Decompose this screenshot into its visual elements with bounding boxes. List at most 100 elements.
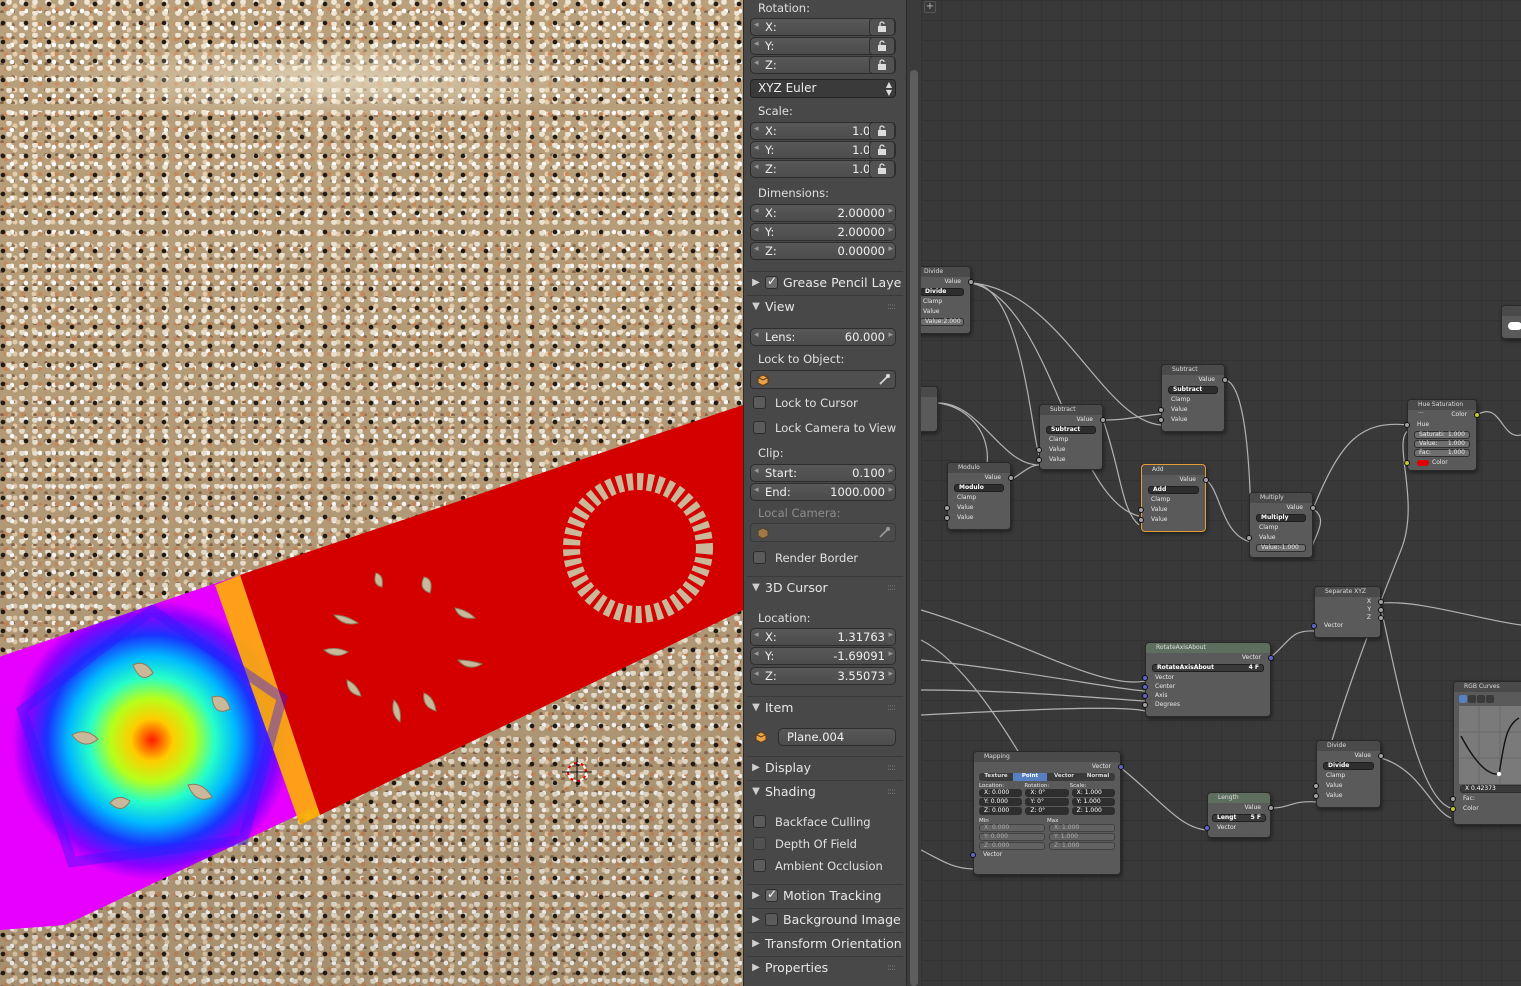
clamp-option[interactable]: Clamp (1162, 395, 1224, 405)
multiply-node[interactable]: Multiply Value Multiply Clamp Value Valu… (1246, 492, 1316, 558)
socket-icon[interactable] (1313, 793, 1319, 799)
render-border-checkbox[interactable] (753, 551, 766, 564)
depth-of-field-checkbox[interactable] (753, 837, 766, 850)
lock-to-cursor-checkbox[interactable] (753, 396, 766, 409)
curve-readout[interactable]: X 0.42373 (1460, 785, 1521, 793)
clamp-option[interactable]: Clamp (948, 493, 1010, 503)
checkbox-icon[interactable] (765, 887, 778, 902)
node-editor[interactable]: + Divide Value Divide Clamp Value Value:… (921, 0, 1521, 986)
length-group-node[interactable]: Length Value Lengt 5 F Vector (1204, 792, 1274, 838)
cursor-x-field[interactable]: X: 1.31763 (750, 628, 896, 646)
operation-select[interactable]: Modulo (954, 484, 1004, 492)
socket-icon[interactable] (944, 505, 950, 511)
3d-cursor-icon[interactable] (562, 757, 592, 787)
grip-icon[interactable]: :::: (887, 763, 896, 773)
checkbox-icon[interactable] (765, 913, 778, 926)
socket-icon[interactable] (1142, 684, 1148, 690)
location-x[interactable]: X: 0.000 (979, 789, 1023, 797)
min-z[interactable]: Z: 0.000 (979, 842, 1045, 850)
dimension-x-field[interactable]: X: 2.00000 (750, 204, 896, 222)
lock-icon[interactable] (869, 160, 895, 178)
socket-icon[interactable] (1311, 623, 1317, 629)
divide-node[interactable]: Divide Value Divide Clamp Value Value (1313, 740, 1384, 808)
hue-saturation-node[interactable]: Hue Saturation ... Color Hue Saturati: 1.… (1404, 399, 1480, 471)
location-y[interactable]: Y: 0.000 (979, 798, 1023, 806)
min-y[interactable]: Y: 0.000 (979, 833, 1045, 841)
eyedropper-icon[interactable] (878, 373, 891, 386)
grip-icon[interactable]: :::: (887, 963, 896, 973)
socket-icon[interactable] (1313, 783, 1319, 789)
socket-icon[interactable] (1100, 417, 1106, 423)
add-node[interactable]: Add Value Add Clamp Value Value (1138, 464, 1209, 532)
grip-icon[interactable]: :::: (887, 787, 896, 797)
cursor-y-field[interactable]: Y: -1.69091 (750, 647, 896, 665)
socket-icon[interactable] (1222, 377, 1228, 383)
fake-user-button[interactable]: F (1257, 814, 1261, 821)
clamp-option[interactable]: Clamp (921, 297, 970, 307)
socket-icon[interactable] (1450, 796, 1456, 802)
socket-icon[interactable] (1008, 475, 1014, 481)
scale-z[interactable]: Z: 1.000 (1071, 807, 1115, 815)
motion-tracking-panel-header[interactable]: ▶ Motion Tracking (747, 884, 903, 906)
color-swatch[interactable] (1417, 459, 1429, 466)
socket-icon[interactable] (1142, 702, 1148, 708)
clamp-option[interactable]: Clamp (1250, 523, 1312, 533)
clip-end-field[interactable]: End: 1000.000 (750, 483, 896, 501)
ambient-occlusion-checkbox[interactable] (753, 859, 766, 872)
color-swatch[interactable] (1508, 322, 1521, 330)
socket-icon[interactable] (1474, 412, 1480, 418)
location-z[interactable]: Z: 0.000 (979, 807, 1023, 815)
scale-y[interactable]: Y: 1.000 (1071, 798, 1115, 806)
socket-icon[interactable] (1378, 753, 1384, 759)
grip-icon[interactable]: :::: (887, 302, 896, 312)
properties-panel-header[interactable]: ▶ Properties:::: (747, 956, 903, 978)
operation-select[interactable]: Divide (921, 288, 964, 296)
curve-channel-button[interactable] (1459, 695, 1467, 703)
socket-icon[interactable] (1036, 447, 1042, 453)
value-field[interactable]: Value: 1.000 (1414, 440, 1470, 448)
view-panel-header[interactable]: ▼ View:::: (747, 295, 903, 317)
tab-texture[interactable]: Texture (979, 773, 1013, 781)
background-images-panel-header[interactable]: ▶ Background Image (747, 908, 903, 930)
tab-vector[interactable]: Vector (1047, 773, 1081, 781)
lock-icon[interactable] (869, 18, 895, 36)
socket-icon[interactable] (1204, 825, 1210, 831)
operation-select[interactable]: Subtract (1046, 426, 1096, 434)
shading-panel-header[interactable]: ▼ Shading:::: (747, 780, 903, 802)
socket-icon[interactable] (1142, 693, 1148, 699)
lock-icon[interactable] (869, 122, 895, 140)
operation-select[interactable]: Multiply (1256, 514, 1306, 522)
curve-channel-button[interactable] (1477, 695, 1485, 703)
node-group-select[interactable]: Lengt 5 F (1212, 814, 1266, 822)
socket-icon[interactable] (970, 852, 976, 858)
dimension-y-field[interactable]: Y: 2.00000 (750, 223, 896, 241)
checkbox-icon[interactable] (765, 274, 778, 289)
curve-channel-button[interactable] (1468, 695, 1476, 703)
clip-start-field[interactable]: Start: 0.100 (750, 464, 896, 482)
tab-normal[interactable]: Normal (1081, 773, 1115, 781)
modulo-node[interactable]: Modulo Value Modulo Clamp Value Value (944, 462, 1014, 530)
item-panel-header[interactable]: ▼ Item:::: (747, 696, 903, 718)
value-field[interactable]: Value:2.000 (921, 318, 964, 326)
partial-node[interactable] (921, 386, 938, 432)
local-camera-field[interactable] (750, 523, 896, 542)
mapping-node[interactable]: Mapping Vector Texture Point Vector Norm… (970, 751, 1124, 875)
rotation-x[interactable]: X: 0° (1025, 789, 1069, 797)
operation-select[interactable]: Add (1148, 486, 1199, 494)
3d-cursor-panel-header[interactable]: ▼ 3D Cursor:::: (747, 576, 903, 598)
socket-icon[interactable] (1142, 675, 1148, 681)
socket-icon[interactable] (1404, 460, 1410, 466)
lock-icon[interactable] (869, 37, 895, 55)
socket-icon[interactable] (1138, 507, 1144, 513)
socket-icon[interactable] (968, 279, 974, 285)
socket-icon[interactable] (1158, 417, 1164, 423)
grip-icon[interactable]: :::: (887, 703, 896, 713)
socket-icon[interactable] (1203, 477, 1209, 483)
rgb-curves-node[interactable]: RGB Curves X 0.42373 Fac: Color (1450, 681, 1521, 825)
rotate-axis-about-group-node[interactable]: RotateAxisAbout Vector RotateAxisAbout 4 … (1142, 642, 1274, 717)
max-z[interactable]: Z: 1.000 (1049, 842, 1115, 850)
max-y[interactable]: Y: 1.000 (1049, 833, 1115, 841)
rotation-y[interactable]: Y: 0° (1025, 798, 1069, 806)
node-group-select[interactable]: RotateAxisAbout 4 F (1152, 664, 1264, 672)
tab-point[interactable]: Point (1013, 773, 1047, 781)
